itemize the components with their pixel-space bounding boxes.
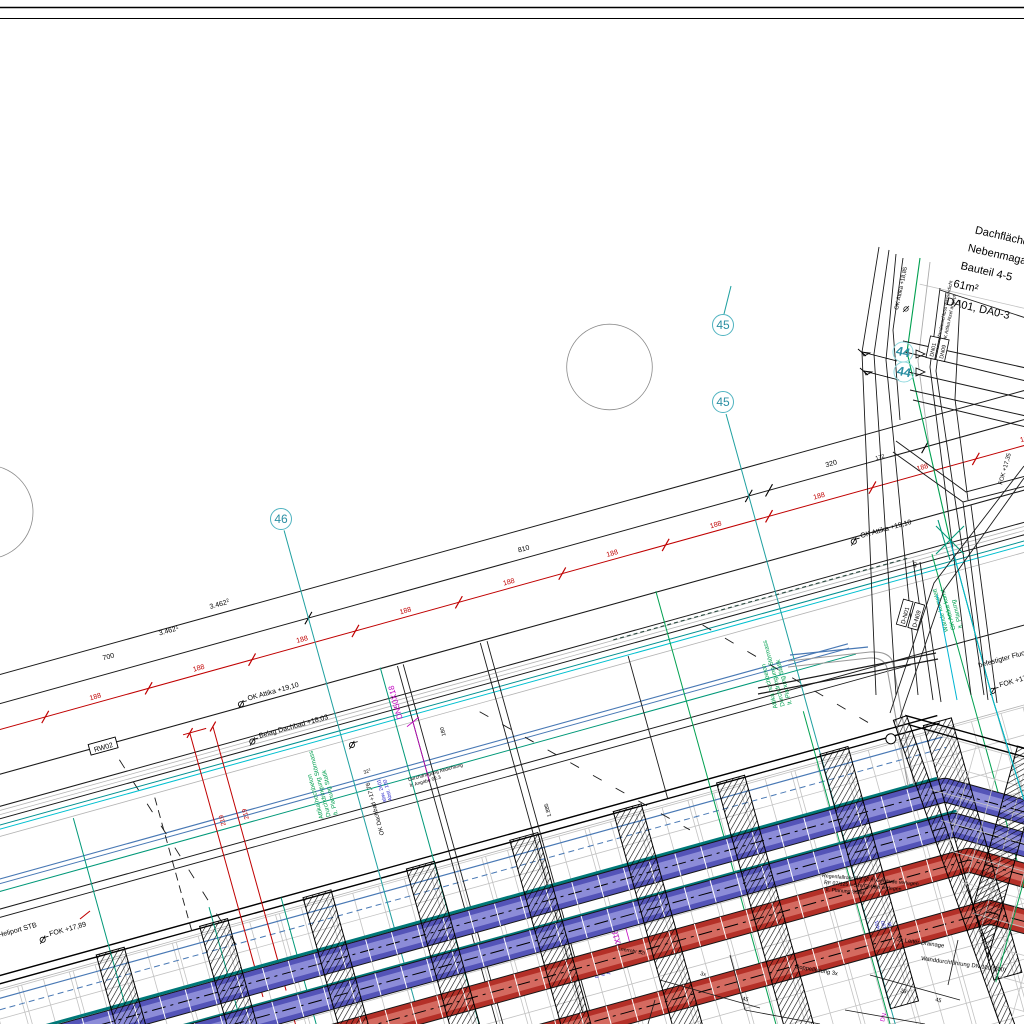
svg-text:46: 46 — [274, 512, 288, 526]
svg-text:44: 44 — [896, 364, 913, 381]
svg-text:45: 45 — [716, 395, 730, 409]
svg-text:45: 45 — [716, 318, 730, 332]
svg-text:44: 44 — [895, 344, 912, 361]
